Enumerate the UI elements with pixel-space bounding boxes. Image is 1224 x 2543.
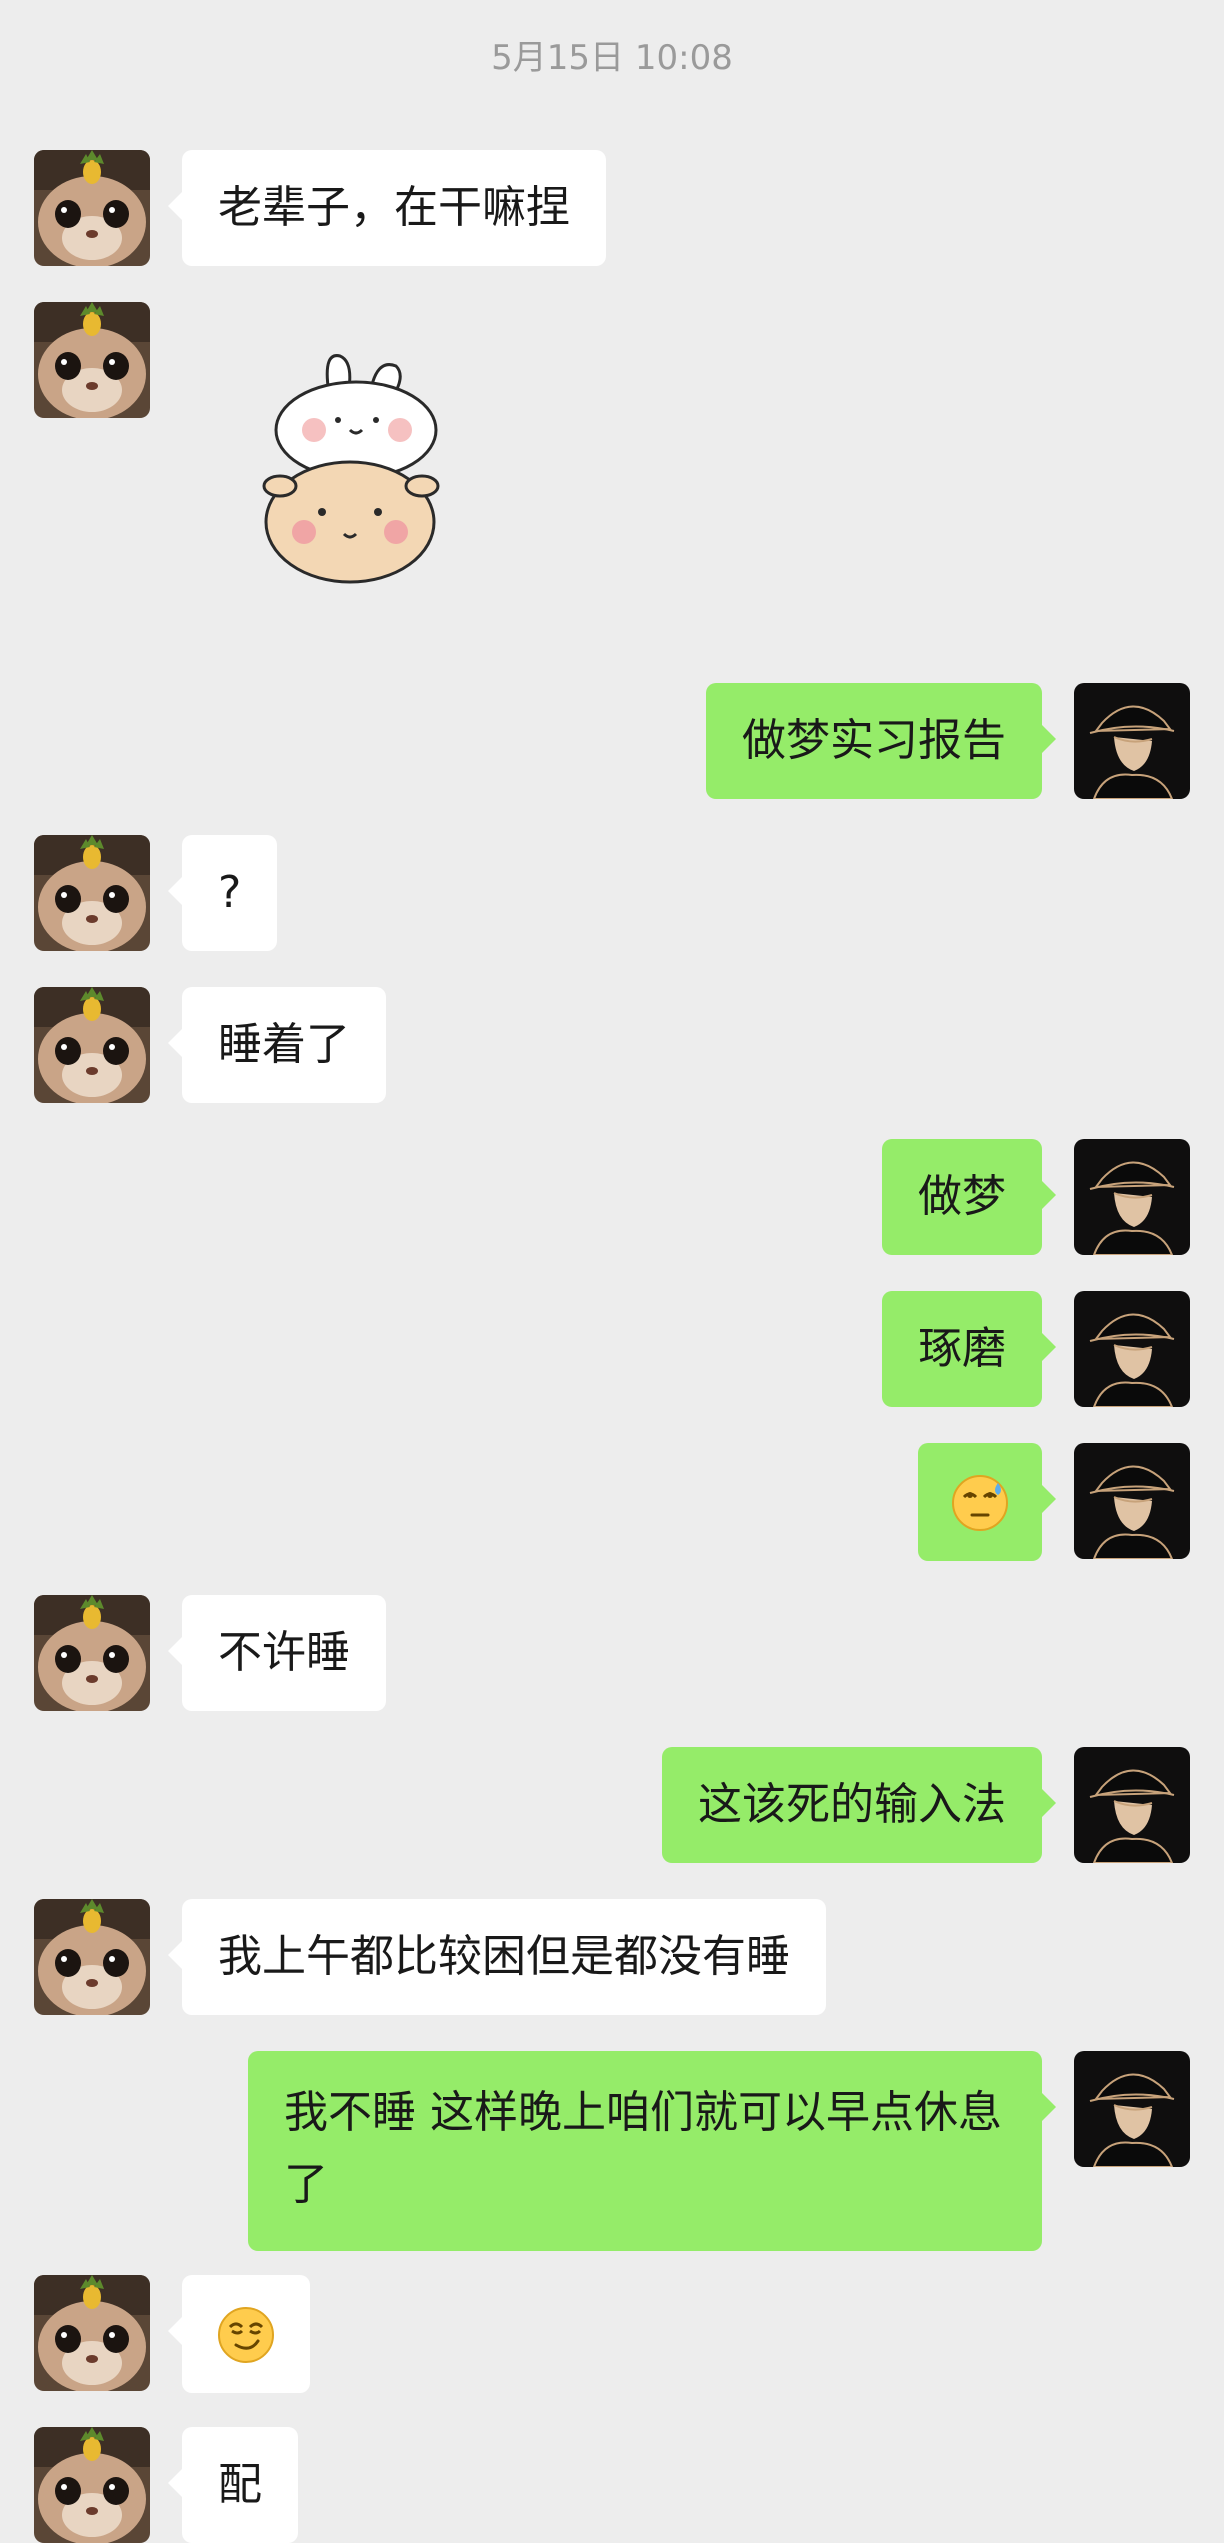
friend-avatar[interactable] <box>34 150 150 266</box>
cat-with-pineapple-avatar-icon <box>34 835 150 951</box>
self-avatar[interactable] <box>1074 1443 1190 1559</box>
bunny-cow-sticker[interactable] <box>240 346 460 586</box>
man-in-black-hat-avatar-icon <box>1074 1139 1190 1255</box>
cat-with-pineapple-avatar-icon <box>34 2427 150 2543</box>
smirk-emoji-icon <box>216 2305 276 2365</box>
cat-with-pineapple-avatar-icon <box>34 302 150 418</box>
cat-with-pineapple-avatar-icon <box>34 1595 150 1711</box>
message-bubble[interactable]: 配 <box>168 2427 298 2543</box>
self-avatar[interactable] <box>1074 1747 1190 1863</box>
self-avatar[interactable] <box>1074 2051 1190 2167</box>
cat-with-pineapple-avatar-icon <box>34 150 150 266</box>
man-in-black-hat-avatar-icon <box>1074 683 1190 799</box>
message-bubble[interactable]: 我上午都比较困但是都没有睡 <box>168 1899 826 2015</box>
message-bubble[interactable]: ? <box>167 835 278 951</box>
cat-with-pineapple-avatar-icon <box>34 1899 150 2015</box>
man-in-black-hat-avatar-icon <box>1074 2051 1190 2167</box>
man-in-black-hat-avatar-icon <box>1074 1291 1190 1407</box>
man-in-black-hat-avatar-icon <box>1074 1747 1190 1863</box>
timestamp: 5月15日 10:08 <box>491 38 733 78</box>
friend-avatar[interactable] <box>34 302 150 418</box>
self-avatar[interactable] <box>1074 683 1190 799</box>
message-bubble[interactable]: 琢磨 <box>882 1291 1056 1407</box>
message-bubble[interactable]: 做梦实习报告 <box>706 683 1056 799</box>
sweat-rolling-eyes-emoji-icon <box>950 1473 1010 1533</box>
cat-with-pineapple-avatar-icon <box>34 2275 150 2391</box>
friend-avatar[interactable] <box>34 1899 150 2015</box>
friend-avatar[interactable] <box>34 835 150 951</box>
message-bubble[interactable]: 不许睡 <box>168 1595 386 1711</box>
man-in-black-hat-avatar-icon <box>1074 1443 1190 1559</box>
self-avatar[interactable] <box>1074 1291 1190 1407</box>
message-bubble[interactable]: 老辈子，在干嘛捏 <box>168 150 606 266</box>
cat-with-pineapple-avatar-icon <box>34 987 150 1103</box>
message-bubble[interactable]: 做梦 <box>882 1139 1056 1255</box>
friend-avatar[interactable] <box>34 2275 150 2391</box>
message-bubble[interactable] <box>918 1443 1056 1561</box>
message-bubble[interactable]: 我不睡 这样晚上咱们就可以早点休息了 <box>248 2051 1056 2251</box>
self-avatar[interactable] <box>1074 1139 1190 1255</box>
message-bubble[interactable]: 睡着了 <box>168 987 386 1103</box>
message-bubble[interactable]: 这该死的输入法 <box>662 1747 1056 1863</box>
friend-avatar[interactable] <box>34 2427 150 2543</box>
friend-avatar[interactable] <box>34 1595 150 1711</box>
friend-avatar[interactable] <box>34 987 150 1103</box>
message-bubble[interactable] <box>168 2275 310 2393</box>
